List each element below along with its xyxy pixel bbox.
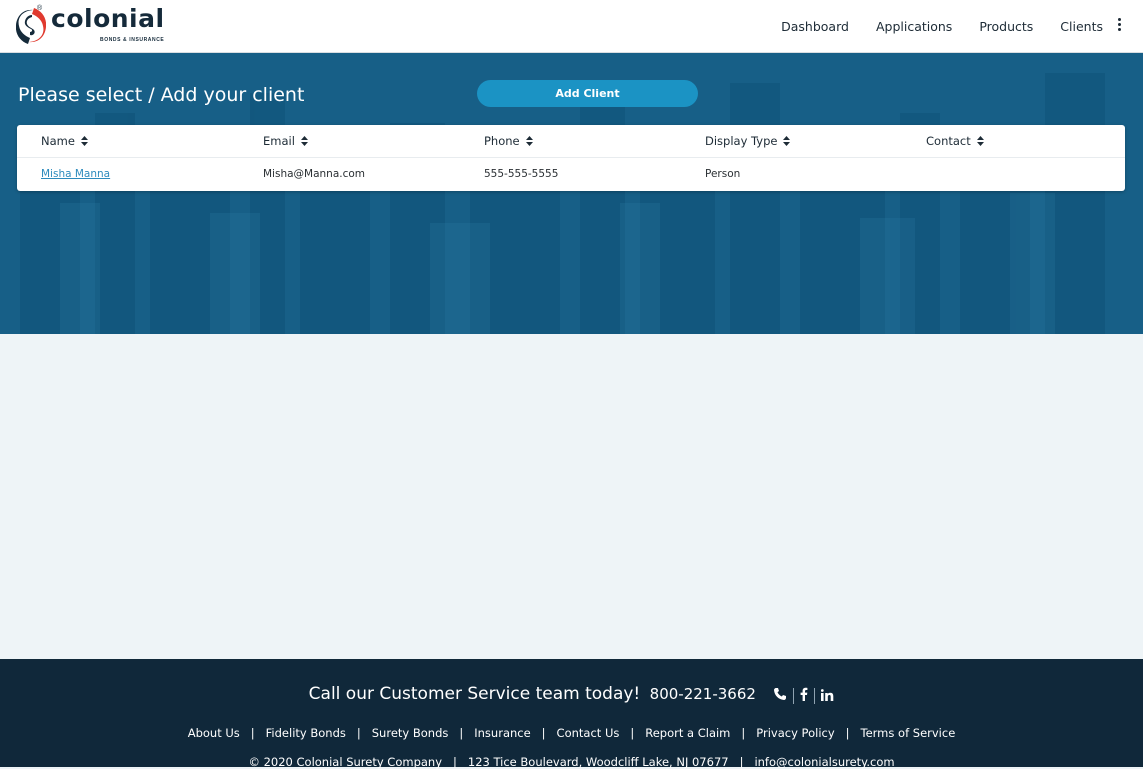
page-title: Please select / Add your client [18,84,305,106]
sort-icon [80,136,88,146]
column-header-email[interactable]: Email [263,125,308,157]
logo-wordmark: colonial [51,4,165,33]
client-phone-cell: 555-555-5555 [484,168,559,180]
footer-link-insurance[interactable]: Insurance [474,726,530,740]
sort-icon [300,136,308,146]
kebab-menu-icon[interactable] [1117,18,1121,34]
footer-link-privacy-policy[interactable]: Privacy Policy [756,726,834,740]
customer-service-phone[interactable]: 800-221-3662 [650,685,756,703]
footer-link-about-us[interactable]: About Us [188,726,240,740]
sort-icon [783,136,791,146]
footer-links: About Us | Fidelity Bonds | Surety Bonds | Ins… [187,726,956,740]
logo-tagline: BONDS & INSURANCE [100,37,165,43]
facebook-icon[interactable] [800,686,808,706]
add-client-button[interactable]: Add Client [477,80,698,107]
column-header-contact[interactable]: Contact [926,125,984,157]
column-header-display-type[interactable]: Display Type [705,125,791,157]
hero-band: Please select / Add your client Add Clie… [0,53,1143,334]
linkedin-icon[interactable] [821,686,834,706]
nav-clients[interactable]: Clients [1060,19,1103,34]
footer-link-surety-bonds[interactable]: Surety Bonds [372,726,449,740]
social-icons [773,686,834,706]
sort-icon [976,136,984,146]
main-nav: Dashboard Applications Products Clients [754,19,1103,34]
sort-icon [525,136,533,146]
nav-applications[interactable]: Applications [876,19,952,34]
customer-service-text: Call our Customer Service team today! [308,684,641,704]
footer-link-terms-of-service[interactable]: Terms of Service [861,726,956,740]
nav-products[interactable]: Products [979,19,1033,34]
client-name-cell: Misha Manna [41,158,110,190]
registered-mark: ® [37,5,43,12]
footer-link-fidelity-bonds[interactable]: Fidelity Bonds [266,726,346,740]
column-header-name[interactable]: Name [41,125,88,157]
table-row[interactable]: Misha Manna Misha@Manna.com 555-555-5555… [17,158,1125,190]
nav-dashboard[interactable]: Dashboard [781,19,849,34]
top-navbar: ® colonial BONDS & INSURANCE Dashboard A… [0,0,1143,53]
column-header-phone[interactable]: Phone [484,125,533,157]
footer-link-report-a-claim[interactable]: Report a Claim [645,726,730,740]
table-header-row: Name Email Phone Display Type Contact [17,125,1125,158]
phone-icon[interactable] [773,686,787,706]
client-email-cell: Misha@Manna.com [263,168,366,180]
footer-link-contact-us[interactable]: Contact Us [557,726,620,740]
clients-table: Name Email Phone Display Type Contact Mi… [17,125,1125,191]
client-name-link[interactable]: Misha Manna [41,168,110,180]
client-display-type-cell: Person [705,168,741,180]
customer-service-line: Call our Customer Service team today! 80… [0,684,1143,706]
site-footer: Call our Customer Service team today! 80… [0,659,1143,769]
colonial-logo-mark-icon [16,8,46,44]
